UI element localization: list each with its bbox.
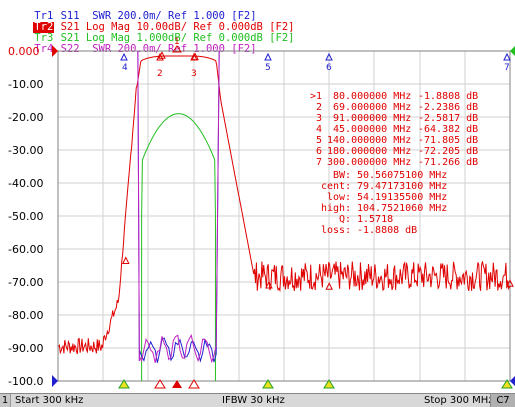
marker-top-label: 5: [265, 63, 271, 73]
trace-marker-icon[interactable]: [121, 256, 130, 265]
marker-row-id: 3: [316, 113, 322, 124]
y-tick-label: -30.00: [8, 144, 43, 157]
y-tick-label: -20.00: [8, 111, 43, 124]
stop-frequency[interactable]: Stop 300 MHz: [424, 394, 494, 407]
marker-row-value: -71.266 dB: [418, 157, 478, 168]
calibration-badge[interactable]: C7: [490, 394, 515, 407]
marker-row-freq: 80.000000 MHz: [333, 91, 411, 102]
low-value: 54.19135500 MHz: [357, 192, 447, 203]
marker-row-value: -2.2386 dB: [418, 102, 478, 113]
loss-label: loss:: [321, 225, 351, 236]
trace-s22-swr: [137, 50, 220, 364]
marker-row-freq: 45.000000 MHz: [333, 124, 411, 135]
status-bar: 1 Start 300 kHz IFBW 30 kHz Stop 300 MHz…: [0, 393, 515, 407]
trace-s11-swr: [137, 50, 220, 363]
marker-top-icon: [264, 52, 272, 61]
marker-row-id: 6: [316, 146, 322, 157]
marker-row-id: 7: [316, 157, 322, 168]
reference-arrow-left-icon[interactable]: [52, 375, 58, 387]
bw-label: BW:: [333, 170, 351, 181]
q-label: Q:: [339, 214, 351, 225]
marker-row-id: 2: [316, 102, 322, 113]
y-tick-label: -80.00: [8, 309, 43, 322]
reference-arrow-left-icon[interactable]: [52, 45, 58, 57]
reference-arrow-right-icon[interactable]: [510, 45, 515, 57]
marker-row-freq: 91.000000 MHz: [333, 113, 411, 124]
channel-number[interactable]: 1: [0, 394, 11, 407]
marker-row-value: -64.382 dB: [418, 124, 478, 135]
marker-row-freq: 180.000000 MHz: [327, 146, 411, 157]
cent-label: cent:: [321, 181, 351, 192]
marker-table: >1 80.000000 MHz -1.8808 dB 2 69.000000 …: [310, 91, 478, 168]
marker-top-icon: [503, 52, 511, 61]
high-value: 104.7521060 MHz: [357, 203, 447, 214]
y-tick-label: -50.00: [8, 210, 43, 223]
y-tick-label: -60.00: [8, 243, 43, 256]
marker-top-label: 4: [122, 63, 128, 73]
y-tick-label: -40.00: [8, 177, 43, 190]
marker-top-label: 1: [174, 37, 180, 47]
q-value: 1.5718: [357, 214, 393, 225]
low-label: low:: [327, 192, 351, 203]
marker-top-label: 2: [157, 69, 163, 79]
marker-top-label: 3: [191, 69, 197, 79]
y-tick-label: -10.00: [8, 78, 43, 91]
marker-row-value: -2.5817 dB: [418, 113, 478, 124]
marker-row-freq: 140.000000 MHz: [327, 135, 411, 146]
y-tick-label: -70.00: [8, 276, 43, 289]
plot-area[interactable]: 0.000 -10.00 -20.00 -30.00 -40.00 -50.00…: [0, 0, 515, 406]
start-frequency[interactable]: Start 300 kHz: [15, 394, 83, 407]
y-tick-label: -100.0: [8, 375, 43, 388]
ifbw-setting[interactable]: IFBW 30 kHz: [222, 394, 285, 407]
y-tick-label: -90.00: [8, 342, 43, 355]
marker-row-value: -72.205 dB: [418, 146, 478, 157]
bandwidth-results: BW: 50.56075100 MHz cent: 79.47173100 MH…: [321, 170, 447, 236]
y-axis-labels: 0.000 -10.00 -20.00 -30.00 -40.00 -50.00…: [8, 45, 43, 388]
top-marker-labels: 4 2 1 3 5 6 7: [120, 37, 511, 79]
marker-row-value: -71.805 dB: [418, 135, 478, 146]
bw-value: 50.56075100 MHz: [357, 170, 447, 181]
marker-row-freq: 69.000000 MHz: [333, 102, 411, 113]
marker-top-icon: [120, 52, 128, 61]
marker-row-value: -1.8808 dB: [418, 91, 478, 102]
loss-value: -1.8808 dB: [357, 225, 417, 236]
marker-row-id: >1: [310, 91, 322, 102]
marker-top-label: 7: [504, 63, 510, 73]
marker-top-label: 6: [326, 63, 332, 73]
y-tick-label: 0.000: [8, 45, 40, 58]
high-label: high:: [321, 203, 351, 214]
marker-row-id: 5: [316, 135, 322, 146]
cent-value: 79.47173100 MHz: [357, 181, 447, 192]
marker-row-freq: 300.000000 MHz: [327, 157, 411, 168]
marker-row-id: 4: [316, 124, 322, 135]
